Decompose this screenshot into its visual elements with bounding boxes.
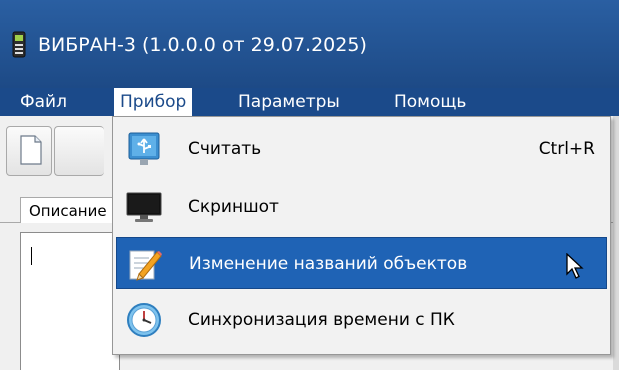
window-title: ВИБРАН-3 (1.0.0.0 от 29.07.2025) [38,34,367,56]
monitor-icon [126,192,162,222]
title-bar: ВИБРАН-3 (1.0.0.0 от 29.07.2025) [0,0,619,88]
device-dropdown-menu: Считать Ctrl+R Скриншот Изменение назван… [112,116,611,355]
menu-device[interactable]: Прибор [114,88,193,116]
toolbar-button[interactable] [54,126,104,176]
edit-pencil-icon [129,250,162,281]
new-document-icon [20,135,42,165]
usb-icon [128,132,160,165]
menu-item-sync-time[interactable]: Синхронизация времени с ПК [116,294,607,346]
menu-help[interactable]: Помощь [388,88,472,116]
menu-file[interactable]: Файл [14,88,73,116]
menu-item-shortcut: Ctrl+R [538,139,595,159]
menu-bar: Файл Прибор Параметры Помощь [0,88,619,116]
menu-item-label: Изменение названий объектов [189,254,468,274]
device-icon [12,31,26,58]
menu-item-label: Синхронизация времени с ПК [188,310,455,330]
menu-parameters[interactable]: Параметры [232,88,346,116]
window-right-edge [613,116,619,370]
text-caret [31,247,32,265]
menu-item-label: Считать [188,139,262,159]
mouse-cursor-icon [566,253,584,279]
menu-item-read[interactable]: Считать Ctrl+R [116,123,607,175]
menu-item-screenshot[interactable]: Скриншот [116,181,607,233]
menu-item-label: Скриншот [188,197,279,217]
menu-item-rename-objects[interactable]: Изменение названий объектов [116,237,607,289]
clock-icon [127,303,161,337]
new-document-button[interactable] [6,126,52,176]
description-text-area[interactable] [20,232,120,370]
